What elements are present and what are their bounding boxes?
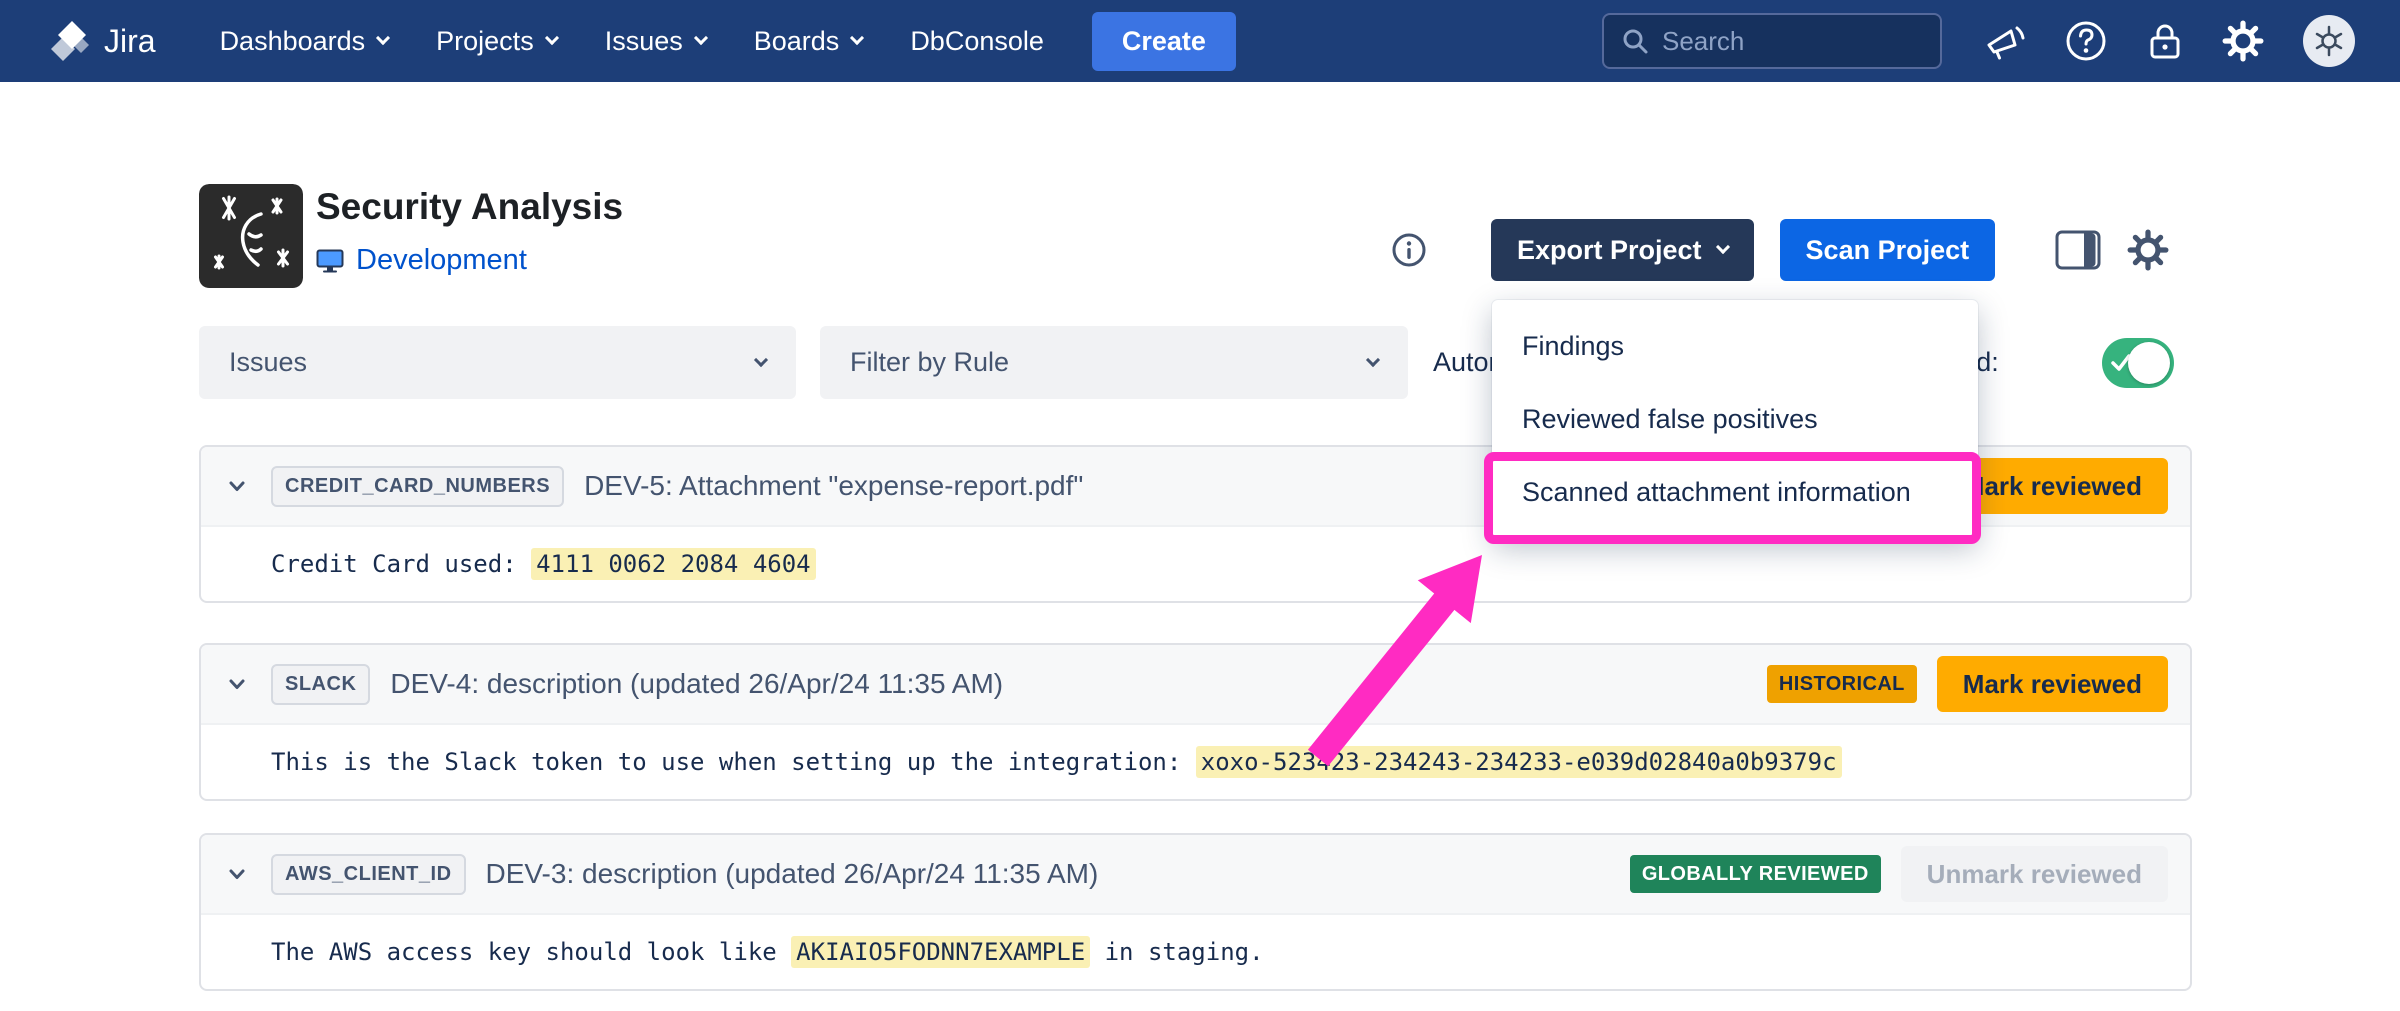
rule-filter-value: Filter by Rule xyxy=(850,347,1009,378)
search-icon xyxy=(1620,26,1650,56)
page: Jira Dashboards Projects Issues Boards D… xyxy=(0,0,2400,1011)
settings-gear-icon xyxy=(2127,229,2169,271)
project-avatar xyxy=(199,184,303,288)
chevron-down-icon xyxy=(850,31,864,45)
gear-icon[interactable] xyxy=(2222,20,2264,62)
nav-item-issues[interactable]: Issues xyxy=(605,26,706,57)
expand-chevron-icon[interactable] xyxy=(223,863,251,886)
rule-filter-select[interactable]: Filter by Rule xyxy=(820,326,1408,399)
jira-logo[interactable]: Jira xyxy=(48,19,156,63)
finding-header: AWS_CLIENT_ID DEV-3: description (update… xyxy=(201,835,2190,915)
project-actions: Export Project Scan Project xyxy=(1391,219,2169,281)
chevron-down-icon xyxy=(754,352,768,366)
rule-badge: SLACK xyxy=(271,664,370,705)
detail-view-toggle-button[interactable] xyxy=(2055,230,2101,270)
chevron-down-icon xyxy=(1366,352,1380,366)
expand-chevron-icon[interactable] xyxy=(223,673,251,696)
project-subtitle: Development xyxy=(316,244,527,277)
issues-filter-value: Issues xyxy=(229,347,307,378)
issues-filter-select[interactable]: Issues xyxy=(199,326,796,399)
toggle-knob xyxy=(2128,342,2170,384)
layout-panel-icon xyxy=(2055,230,2101,270)
search-box xyxy=(1602,13,1942,69)
nav-item-dbconsole[interactable]: DbConsole xyxy=(910,26,1044,57)
nav-label: Issues xyxy=(605,26,683,57)
help-icon[interactable] xyxy=(2064,19,2108,63)
mark-reviewed-button[interactable]: Mark reviewed xyxy=(1937,656,2168,712)
menu-item-scanned-attachment-information[interactable]: Scanned attachment information xyxy=(1492,456,1978,529)
finding-card: AWS_CLIENT_ID DEV-3: description (update… xyxy=(199,833,2192,991)
finding-title: DEV-4: description (updated 26/Apr/24 11… xyxy=(390,668,1747,700)
expand-chevron-icon[interactable] xyxy=(223,475,251,498)
top-navigation-bar: Jira Dashboards Projects Issues Boards D… xyxy=(0,0,2400,82)
menu-item-reviewed-false-positives[interactable]: Reviewed false positives xyxy=(1492,383,1978,456)
finding-text: The AWS access key should look like AKIA… xyxy=(271,938,1264,966)
page-title: Security Analysis xyxy=(316,186,623,228)
project-link-development[interactable]: Development xyxy=(356,244,527,277)
secret-highlight: AKIAIO5FODNN7EXAMPLE xyxy=(791,936,1090,968)
finding-body: This is the Slack token to use when sett… xyxy=(201,725,2190,799)
lock-icon[interactable] xyxy=(2146,20,2184,62)
chevron-down-icon xyxy=(545,31,559,45)
topbar-icons xyxy=(1984,14,2356,68)
scan-project-label: Scan Project xyxy=(1806,235,1970,266)
chevron-down-icon xyxy=(1715,240,1729,254)
historical-badge: HISTORICAL xyxy=(1767,665,1917,703)
rule-badge: CREDIT_CARD_NUMBERS xyxy=(271,466,564,507)
nav-label: Projects xyxy=(436,26,534,57)
finding-header-actions: HISTORICAL Mark reviewed xyxy=(1767,656,2168,712)
secret-highlight: xoxo-523423-234243-234233-e039d02840a0b9… xyxy=(1196,746,1842,778)
scan-project-button[interactable]: Scan Project xyxy=(1780,219,1996,281)
rule-badge: AWS_CLIENT_ID xyxy=(271,854,466,895)
nav-label: DbConsole xyxy=(910,26,1044,57)
user-avatar[interactable] xyxy=(2302,14,2356,68)
create-button[interactable]: Create xyxy=(1092,12,1236,71)
info-icon[interactable] xyxy=(1391,232,1427,268)
project-settings-button[interactable] xyxy=(2127,229,2169,271)
export-project-menu: Findings Reviewed false positives Scanne… xyxy=(1492,300,1978,539)
finding-title: DEV-3: description (updated 26/Apr/24 11… xyxy=(486,858,1610,890)
search-input[interactable] xyxy=(1662,26,1902,57)
auto-reviewed-toggle[interactable] xyxy=(2102,338,2174,388)
chevron-down-icon xyxy=(376,31,390,45)
finding-header-actions: GLOBALLY REVIEWED Unmark reviewed xyxy=(1630,846,2168,902)
monitor-icon xyxy=(316,249,344,273)
nav-item-projects[interactable]: Projects xyxy=(436,26,557,57)
secret-highlight: 4111 0062 2084 4604 xyxy=(531,548,816,580)
menu-item-findings[interactable]: Findings xyxy=(1492,310,1978,383)
nav-item-dashboards[interactable]: Dashboards xyxy=(220,26,389,57)
finding-body: The AWS access key should look like AKIA… xyxy=(201,915,2190,989)
unmark-reviewed-button[interactable]: Unmark reviewed xyxy=(1901,846,2168,902)
jira-logo-icon xyxy=(48,19,92,63)
primary-nav: Dashboards Projects Issues Boards DbCons… xyxy=(220,26,1044,57)
finding-card: SLACK DEV-4: description (updated 26/Apr… xyxy=(199,643,2192,801)
export-project-label: Export Project xyxy=(1517,235,1702,266)
finding-text: Credit Card used: 4111 0062 2084 4604 xyxy=(271,550,816,578)
finding-text: This is the Slack token to use when sett… xyxy=(271,748,1842,776)
globally-reviewed-badge: GLOBALLY REVIEWED xyxy=(1630,855,1881,893)
nav-label: Boards xyxy=(754,26,840,57)
finding-header: SLACK DEV-4: description (updated 26/Apr… xyxy=(201,645,2190,725)
jira-logo-text: Jira xyxy=(104,23,156,60)
chevron-down-icon xyxy=(694,31,708,45)
announcements-megaphone-icon[interactable] xyxy=(1984,21,2026,61)
nav-item-boards[interactable]: Boards xyxy=(754,26,863,57)
nav-label: Dashboards xyxy=(220,26,366,57)
export-project-button[interactable]: Export Project xyxy=(1491,219,1754,281)
